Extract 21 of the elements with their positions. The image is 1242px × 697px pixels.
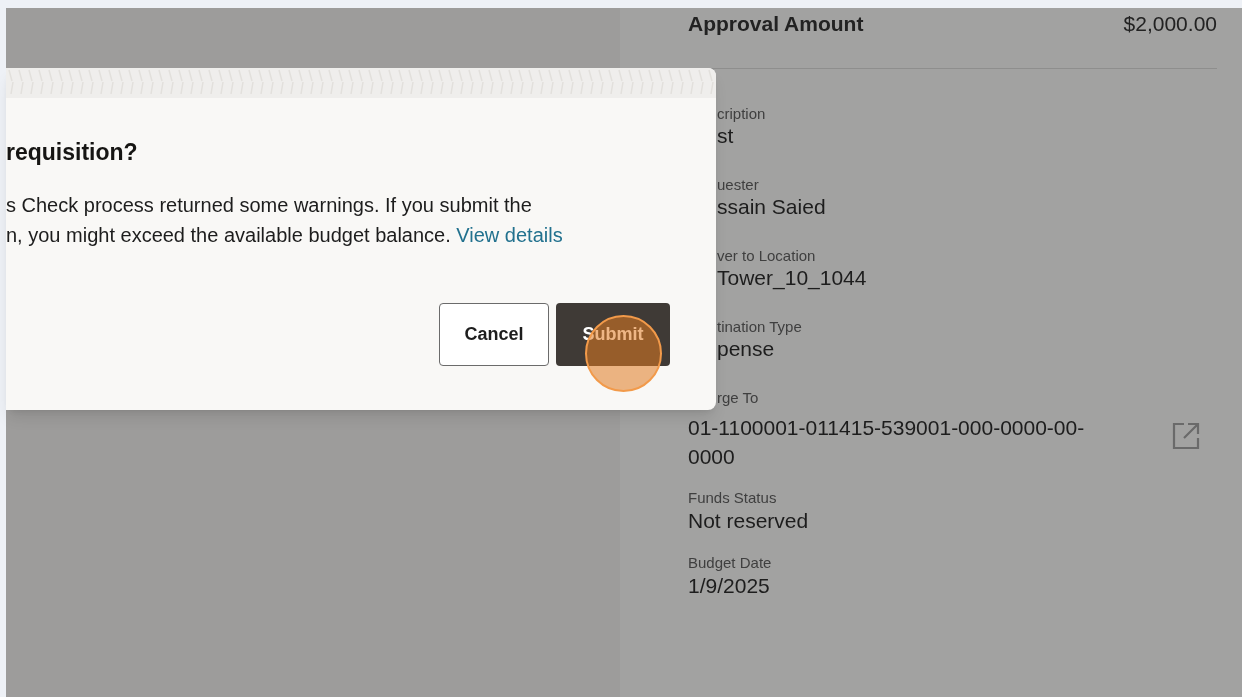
field-value: Tower_10_1044 xyxy=(717,265,868,292)
approval-amount-label: Approval Amount xyxy=(688,11,864,37)
dialog-message: s Check process returned some warnings. If you submit the n, you might exceed the available budget balance. View details xyxy=(6,193,564,248)
field-label: uester xyxy=(717,175,760,195)
approval-amount-value: $2,000.00 xyxy=(1123,11,1217,37)
field-label: cription xyxy=(717,104,767,124)
field-value: Not reserved xyxy=(688,508,810,534)
field-label: rge To xyxy=(717,388,760,408)
field-label: tination Type xyxy=(717,317,803,337)
dialog-title: requisition? xyxy=(6,141,139,164)
cancel-button[interactable]: Cancel xyxy=(439,303,549,366)
field-value: st xyxy=(717,123,735,150)
field-value: ssain Saied xyxy=(717,194,827,221)
charge-account-value: 01-1100001-011415-539001-000-0000-00-0000 xyxy=(688,415,1086,471)
field-value: pense xyxy=(717,336,776,363)
external-link-icon[interactable] xyxy=(1171,421,1201,452)
field-label: Funds Status xyxy=(688,489,778,508)
field-label: Budget Date xyxy=(688,554,773,573)
view-details-link[interactable]: View details xyxy=(456,224,563,246)
field-label: ver to Location xyxy=(717,246,817,266)
field-value: 1/9/2025 xyxy=(688,573,771,599)
